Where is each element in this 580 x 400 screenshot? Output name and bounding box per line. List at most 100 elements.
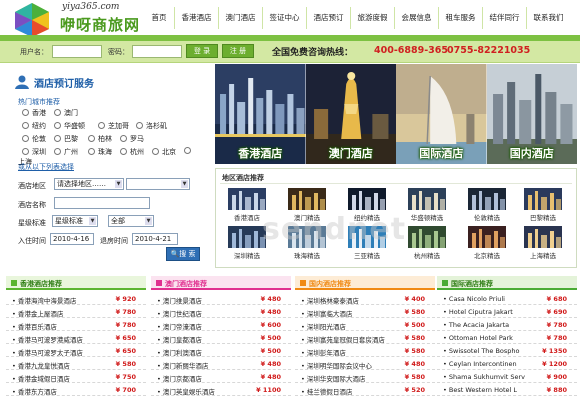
- city-radio[interactable]: 珠海: [88, 147, 112, 157]
- city-radio[interactable]: 柏林: [88, 134, 112, 144]
- more-cities-link[interactable]: 或从以下列表选择: [18, 162, 74, 172]
- recommend-label[interactable]: 三亚精选: [339, 250, 395, 260]
- city-radio[interactable]: 香港: [22, 108, 46, 118]
- radio-icon[interactable]: [54, 135, 61, 142]
- banner-intl[interactable]: 国际酒店: [396, 64, 487, 164]
- hotel-name[interactable]: • 深圳华安国际大酒店: [301, 373, 365, 383]
- nav-hk-hotels[interactable]: 香港酒店: [174, 7, 218, 29]
- hotel-name[interactable]: • 澳门新丽华酒店: [157, 360, 208, 370]
- recommend-label[interactable]: 北京精选: [459, 250, 515, 260]
- hotel-name[interactable]: • 澳门维景酒店: [157, 295, 202, 305]
- banner-hk-label[interactable]: 香港酒店: [215, 145, 306, 161]
- nav-companions[interactable]: 结伴同行: [482, 7, 526, 29]
- recommend-thumb[interactable]: [228, 188, 266, 210]
- search-button[interactable]: 🔍搜 索: [166, 247, 200, 261]
- radio-icon[interactable]: [22, 135, 29, 142]
- list-item[interactable]: • 深圳阳光酒店 ¥ 500: [295, 318, 435, 331]
- recommend-thumb[interactable]: [524, 226, 562, 248]
- hotel-name[interactable]: • 香港九龙皇悦酒店: [12, 360, 70, 370]
- list-item[interactable]: • 澳门京都酒店 ¥ 480: [151, 370, 291, 383]
- radio-icon[interactable]: [120, 148, 127, 155]
- hotel-name[interactable]: • 香港百乐酒店: [12, 321, 57, 331]
- hotel-name[interactable]: • 澳门英皇娱乐酒店: [157, 386, 215, 396]
- recommend-label[interactable]: 上海精选: [515, 250, 571, 260]
- recommend-label[interactable]: 伦敦精选: [459, 212, 515, 222]
- radio-icon[interactable]: [98, 122, 105, 129]
- list-item[interactable]: • 桂兰德假日酒店 ¥ 520: [295, 383, 435, 396]
- radio-icon[interactable]: [152, 148, 159, 155]
- hotel-name[interactable]: • 深圳富苑皇冠假日套房酒店: [301, 334, 385, 344]
- list-item[interactable]: • 香港百乐酒店 ¥ 780: [6, 318, 146, 331]
- star-all-select[interactable]: 全部 ▼: [108, 215, 154, 227]
- banner-intl-label[interactable]: 国际酒店: [396, 145, 487, 161]
- hotel-name[interactable]: • Casa Nicolo Priuli: [443, 295, 505, 303]
- recommend-thumb[interactable]: [288, 188, 326, 210]
- city-radio[interactable]: 罗马: [120, 134, 144, 144]
- logo-icon[interactable]: [12, 2, 52, 38]
- hotel-name[interactable]: • Swissotel The Bospho: [443, 347, 520, 355]
- list-item[interactable]: • 深圳明华国际会议中心 ¥ 480: [295, 357, 435, 370]
- city-radio[interactable]: 杭州: [120, 147, 144, 157]
- chevron-down-icon[interactable]: ▼: [89, 217, 96, 225]
- hotel-name[interactable]: • 深圳格林豪泰酒店: [301, 295, 359, 305]
- area-sub-select[interactable]: ▼: [126, 178, 190, 190]
- checkin-input[interactable]: 2010-4-16: [50, 233, 94, 245]
- radio-icon[interactable]: [22, 109, 29, 116]
- hotel-name[interactable]: • 深圳阳光酒店: [301, 321, 346, 331]
- list-item[interactable]: • 澳门帝濠酒店 ¥ 600: [151, 318, 291, 331]
- list-item[interactable]: • Ottoman Hotel Park ¥ 780: [437, 331, 577, 344]
- list-item[interactable]: • 香港金上屋酒店 ¥ 780: [6, 305, 146, 318]
- nav-contact[interactable]: 联系我们: [526, 7, 570, 29]
- list-item[interactable]: • The Acacia Jakarta ¥ 780: [437, 318, 577, 331]
- list-item[interactable]: • 深圳彭年酒店 ¥ 580: [295, 344, 435, 357]
- hotel-name[interactable]: • 深圳彭年酒店: [301, 347, 346, 357]
- recommend-thumb[interactable]: [524, 188, 562, 210]
- city-radio[interactable]: 伦敦: [22, 134, 46, 144]
- recommend-thumb[interactable]: [468, 188, 506, 210]
- hotel-name[interactable]: • 澳门世纪酒店: [157, 308, 202, 318]
- banner-macau-label[interactable]: 澳门酒店: [306, 145, 397, 161]
- hotel-name[interactable]: • Ceylan Intercontinen: [443, 360, 517, 368]
- hotel-name[interactable]: • 香港东方酒店: [12, 386, 57, 396]
- city-radio[interactable]: 洛杉矶: [136, 121, 167, 131]
- recommend-label[interactable]: 杭州精选: [399, 250, 455, 260]
- hotel-name[interactable]: • 澳门京都酒店: [157, 373, 202, 383]
- city-radio[interactable]: 深圳: [22, 147, 46, 157]
- radio-icon[interactable]: [88, 148, 95, 155]
- recommend-label[interactable]: 巴黎精选: [515, 212, 571, 222]
- chevron-down-icon[interactable]: ▼: [145, 217, 152, 225]
- recommend-thumb[interactable]: [348, 188, 386, 210]
- register-button[interactable]: 注 册: [222, 44, 254, 58]
- city-radio[interactable]: 华盛顿: [54, 121, 85, 131]
- username-input[interactable]: [52, 45, 102, 58]
- list-item[interactable]: • 香港海湾中海景酒店 ¥ 920: [6, 292, 146, 305]
- list-item[interactable]: • 深圳格林豪泰酒店 ¥ 400: [295, 292, 435, 305]
- city-radio[interactable]: 广州: [54, 147, 78, 157]
- banner-domestic[interactable]: 国内酒店: [486, 64, 577, 164]
- hotel-name-input[interactable]: [54, 197, 150, 209]
- list-item[interactable]: • Ceylan Intercontinen ¥ 1200: [437, 357, 577, 370]
- hotel-name[interactable]: • 澳门利澳酒店: [157, 347, 202, 357]
- list-item[interactable]: • 香港马可波罗太子酒店 ¥ 650: [6, 344, 146, 357]
- list-item[interactable]: • Swissotel The Bospho ¥ 1350: [437, 344, 577, 357]
- login-button[interactable]: 登 录: [186, 44, 218, 58]
- list-item[interactable]: • Casa Nicolo Priuli ¥ 680: [437, 292, 577, 305]
- radio-icon[interactable]: [88, 135, 95, 142]
- recommend-label[interactable]: 华盛顿精选: [399, 212, 455, 222]
- password-input[interactable]: [132, 45, 182, 58]
- city-radio[interactable]: 芝加哥: [98, 121, 129, 131]
- hotel-name[interactable]: • Shama Sukhumvit Serv: [443, 373, 525, 381]
- recommend-thumb[interactable]: [228, 226, 266, 248]
- hotel-name[interactable]: • 香港马可波罗港威酒店: [12, 334, 83, 344]
- hotel-name[interactable]: • Best Western Hotel L: [443, 386, 517, 394]
- star-select[interactable]: 星级标准 ▼: [52, 215, 98, 227]
- list-item[interactable]: • 澳门英皇娱乐酒店 ¥ 1100: [151, 383, 291, 396]
- hotel-name[interactable]: • Hotel Ciputra Jakart: [443, 308, 513, 316]
- hotel-name[interactable]: • 桂兰德假日酒店: [301, 386, 352, 396]
- city-radio[interactable]: 巴黎: [54, 134, 78, 144]
- list-item[interactable]: • 澳门新丽华酒店 ¥ 480: [151, 357, 291, 370]
- nav-exhibition[interactable]: 会展信息: [394, 7, 438, 29]
- list-item[interactable]: • 澳门利澳酒店 ¥ 500: [151, 344, 291, 357]
- hotel-name[interactable]: • 澳门帝濠酒店: [157, 321, 202, 331]
- list-item[interactable]: • Shama Sukhumvit Serv ¥ 900: [437, 370, 577, 383]
